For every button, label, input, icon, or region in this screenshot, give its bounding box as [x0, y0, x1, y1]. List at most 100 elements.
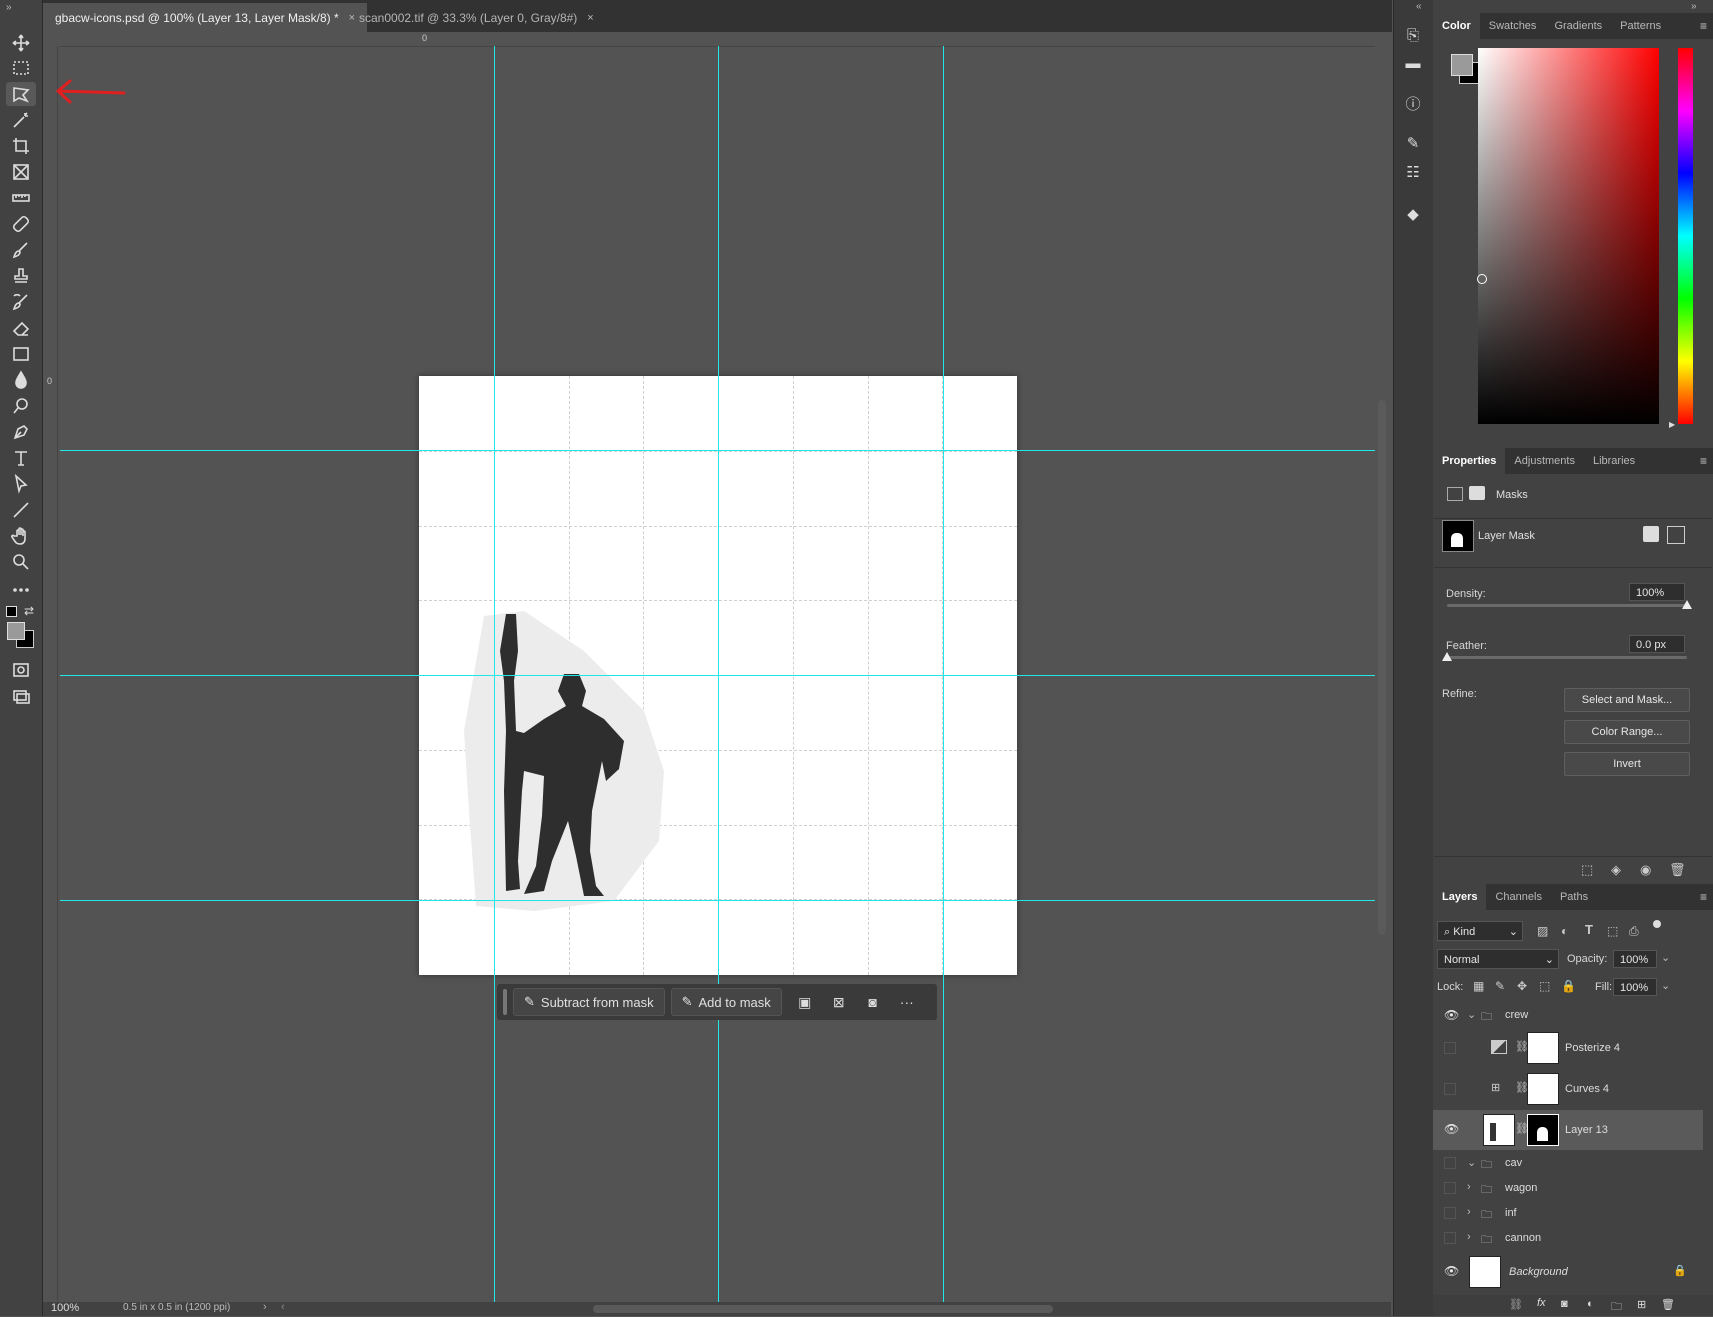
opacity-field[interactable]: 100% [1613, 950, 1657, 968]
horizontal-ruler[interactable]: 0 [60, 32, 1375, 47]
eraser-tool-icon[interactable] [6, 316, 36, 340]
tab-paths[interactable]: Paths [1551, 884, 1597, 910]
density-slider-handle[interactable] [1682, 600, 1692, 609]
hand-tool-icon[interactable] [6, 524, 36, 548]
tab-patterns[interactable]: Patterns [1611, 13, 1670, 39]
panel-menu-icon[interactable]: ≡ [1700, 890, 1707, 904]
lock-all-icon[interactable]: 🔒 [1561, 979, 1576, 993]
screen-mode-icon[interactable] [6, 684, 36, 708]
fx-layer-style-icon[interactable]: fx [1537, 1297, 1546, 1309]
select-mask-icon[interactable] [1643, 526, 1659, 542]
layer-row-crew[interactable]: 👁 ⌄ 🗀 crew [1433, 1004, 1703, 1026]
tab-properties[interactable]: Properties [1433, 448, 1506, 474]
eye-icon[interactable]: 👁 [1444, 1122, 1459, 1136]
delete-layer-trash-icon[interactable]: 🗑 [1661, 1298, 1675, 1311]
edit-toolbar-icon[interactable] [6, 578, 36, 602]
vertical-scrollbar-thumb[interactable] [1378, 400, 1386, 935]
add-mask-icon[interactable]: ◙ [1561, 1298, 1568, 1310]
disable-mask-icon[interactable]: ⊠ [822, 989, 856, 1015]
new-adjustment-layer-icon[interactable]: ◐ [1587, 1298, 1594, 1310]
new-group-folder-icon[interactable]: 🗀 [1611, 1298, 1622, 1317]
expand-panels-icon[interactable]: « [1416, 1, 1422, 12]
vector-mask-icon[interactable] [1667, 526, 1685, 544]
apply-mask-icon[interactable]: ◈ [1611, 862, 1621, 878]
status-menu-chevron-icon[interactable]: › [263, 1301, 267, 1313]
layer-row-posterize-4[interactable]: ⛓ Posterize 4 [1433, 1028, 1703, 1068]
close-icon[interactable]: × [587, 12, 593, 24]
clone-stamp-tool-icon[interactable] [6, 264, 36, 288]
foreground-color-swatch[interactable] [1451, 54, 1473, 76]
layer-row-background[interactable]: 👁 Background 🔒 [1433, 1252, 1703, 1292]
task-bar-grip[interactable] [503, 989, 507, 1015]
filter-shape-icon[interactable]: ⬚ [1607, 924, 1618, 938]
layer-thumbnail[interactable] [1483, 1114, 1515, 1146]
visibility-toggle[interactable] [1444, 1232, 1456, 1244]
enable-mask-eye-icon[interactable]: ◉ [1640, 862, 1651, 878]
new-layer-icon[interactable]: ⊞ [1637, 1298, 1646, 1311]
document-info[interactable]: 0.5 in x 0.5 in (1200 ppi) [123, 1302, 230, 1313]
chevron-down-icon[interactable]: ⌄ [1467, 1156, 1476, 1169]
layer-filter-kind-select[interactable]: ⌕ Kind ⌄ [1437, 921, 1523, 941]
layer-row-layer-13[interactable]: 👁 ⛓ Layer 13 [1433, 1110, 1703, 1150]
delete-mask-trash-icon[interactable]: 🗑 [1669, 862, 1686, 878]
quick-mask-icon[interactable] [6, 658, 36, 682]
layer-mask-thumbnail[interactable] [1527, 1032, 1559, 1064]
filter-toggle-icon[interactable] [1653, 920, 1661, 928]
hue-slider-handle-icon[interactable]: ▶ [1669, 420, 1675, 429]
invert-button[interactable]: Invert [1564, 752, 1690, 776]
feather-slider[interactable] [1447, 656, 1687, 659]
crop-tool-icon[interactable] [6, 134, 36, 158]
eye-icon[interactable]: 👁 [1444, 1264, 1459, 1278]
healing-brush-tool-icon[interactable] [6, 212, 36, 236]
swap-colors-icon[interactable]: ⇄ [24, 604, 34, 618]
select-and-mask-button[interactable]: Select and Mask... [1564, 688, 1690, 712]
type-tool-icon[interactable] [6, 446, 36, 470]
mask-select-icon[interactable]: ◙ [856, 989, 890, 1015]
vertical-ruler[interactable]: 0 [43, 46, 58, 1302]
line-tool-icon[interactable] [6, 498, 36, 522]
filter-adjustment-icon[interactable]: ◐ [1561, 924, 1568, 938]
history-brush-tool-icon[interactable] [6, 290, 36, 314]
add-to-mask-button[interactable]: ✎ Add to mask [670, 988, 782, 1016]
horizontal-scrollbar-thumb[interactable] [593, 1305, 1053, 1313]
saturation-brightness-field[interactable] [1478, 48, 1659, 424]
color-picker-handle[interactable] [1477, 274, 1487, 284]
foreground-color-swatch[interactable] [7, 622, 25, 640]
visibility-toggle[interactable] [1444, 1182, 1456, 1194]
subtract-from-mask-button[interactable]: ✎ Subtract from mask [513, 988, 665, 1016]
visibility-toggle[interactable] [1444, 1207, 1456, 1219]
mask-options-icon[interactable]: ▣ [788, 989, 822, 1015]
layer-mask-thumbnail[interactable] [1527, 1114, 1559, 1146]
pixel-mask-icon[interactable] [1447, 487, 1463, 501]
scroll-left-icon[interactable]: ‹ [281, 1301, 285, 1313]
filter-smart-object-icon[interactable]: ⎙ [1629, 924, 1639, 939]
filter-type-icon[interactable]: T [1585, 922, 1593, 937]
move-tool-icon[interactable] [6, 31, 36, 55]
path-selection-tool-icon[interactable] [6, 472, 36, 496]
opacity-dropdown-icon[interactable]: ⌄ [1661, 951, 1670, 964]
load-selection-icon[interactable]: ⬚ [1581, 862, 1593, 878]
layer-row-wagon[interactable]: › 🗀 wagon [1433, 1177, 1703, 1199]
feather-field[interactable]: 0.0 px [1629, 635, 1685, 653]
blend-mode-select[interactable]: Normal ⌄ [1437, 949, 1559, 969]
filter-pixel-icon[interactable]: ▨ [1537, 924, 1548, 938]
tab-layers[interactable]: Layers [1433, 884, 1487, 910]
history-panel-icon[interactable]: ⎘ [1403, 26, 1423, 46]
layer-thumbnail[interactable] [1469, 1256, 1501, 1288]
adjustment-presets-icon[interactable]: ☷ [1403, 163, 1423, 183]
lock-pixels-brush-icon[interactable]: ✎ [1495, 979, 1505, 993]
lasso-tool-icon[interactable] [6, 82, 36, 106]
frame-tool-icon[interactable] [6, 160, 36, 184]
link-layers-icon[interactable]: ⛓ [1509, 1298, 1523, 1311]
chevron-down-icon[interactable]: ⌄ [1467, 1008, 1476, 1021]
layer-row-cav[interactable]: ⌄ 🗀 cav [1433, 1152, 1703, 1174]
lock-transparent-icon[interactable]: ▦ [1473, 979, 1484, 993]
info-panel-icon[interactable]: ⓘ [1403, 95, 1423, 115]
tab-gbacw-icons[interactable]: gbacw-icons.psd @ 100% (Layer 13, Layer … [43, 3, 368, 32]
layer-row-cannon[interactable]: › 🗀 cannon [1433, 1227, 1703, 1249]
layer-mask-thumbnail[interactable] [1527, 1073, 1559, 1105]
plugins-panel-icon[interactable]: ◆ [1403, 205, 1423, 225]
pen-tool-icon[interactable] [6, 420, 36, 444]
layer-mask-icon[interactable] [1469, 486, 1485, 500]
tab-swatches[interactable]: Swatches [1480, 13, 1546, 39]
